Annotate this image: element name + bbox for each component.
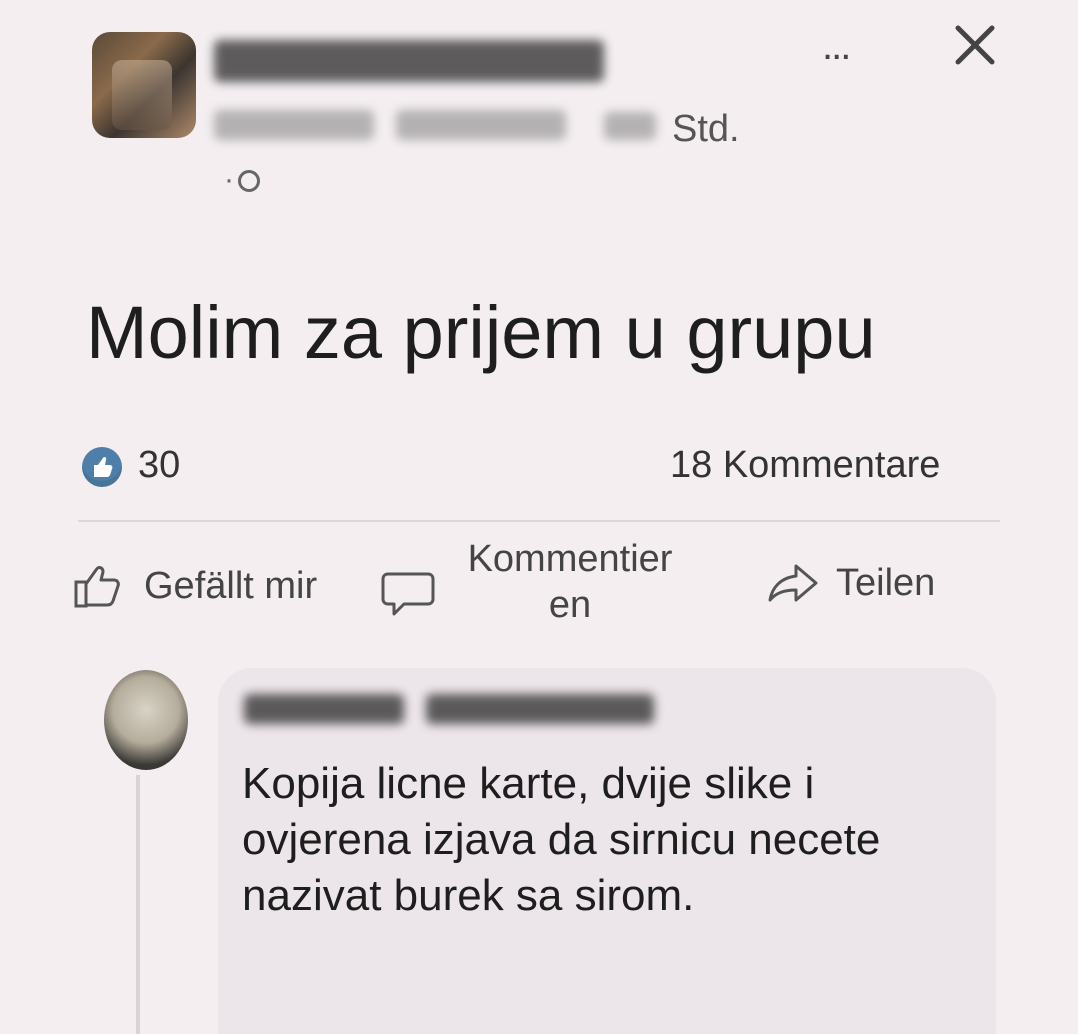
share-label: Teilen (836, 561, 936, 604)
privacy-indicator: · (224, 163, 260, 197)
share-icon (768, 564, 818, 602)
comment-text: Kopija licne karte, dvije slike i ovjere… (242, 759, 881, 920)
post-text: Molim za prijem u grupu (86, 291, 876, 374)
author-name-redacted[interactable] (214, 40, 604, 82)
comment-label-line2: en (548, 584, 592, 626)
thread-line (136, 775, 140, 1034)
comment-label-line1: Kommentier (467, 538, 673, 580)
comments-count[interactable]: 18 Kommentare (670, 444, 940, 487)
group-name-redacted (214, 110, 374, 140)
post-time[interactable]: Std. (672, 108, 740, 151)
commenter-surname-redacted[interactable] (426, 694, 654, 724)
separator-dot: · (224, 163, 234, 196)
share-button[interactable]: Teilen (766, 560, 935, 606)
globe-icon (238, 170, 260, 193)
group-name-redacted-2 (396, 110, 566, 140)
like-button[interactable]: Gefällt mir (72, 560, 317, 612)
like-reaction-icon[interactable] (82, 447, 122, 487)
commenter-avatar[interactable] (104, 670, 188, 770)
group-name-redacted-3 (604, 112, 656, 140)
thumbs-up-icon (74, 566, 120, 608)
more-icon[interactable]: ... (822, 24, 851, 69)
reactions-count[interactable]: 30 (138, 444, 180, 487)
comment-button[interactable]: Kommentier en (380, 536, 700, 628)
commenter-name-redacted[interactable] (244, 694, 404, 724)
close-icon[interactable] (950, 18, 1000, 72)
comment-label: Kommentier en (440, 536, 700, 628)
divider (78, 520, 1000, 522)
like-label: Gefällt mir (144, 564, 318, 607)
author-avatar[interactable] (92, 32, 196, 138)
comment-icon (381, 572, 435, 616)
